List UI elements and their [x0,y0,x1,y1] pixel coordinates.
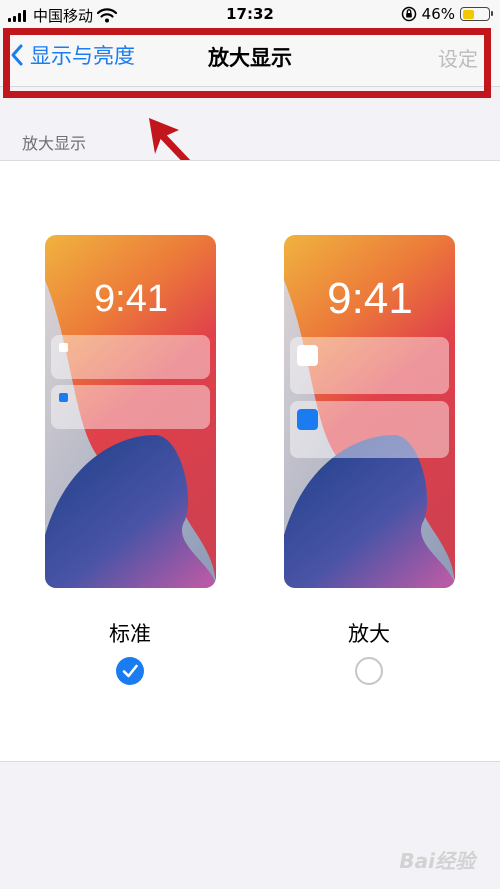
status-right: 46% [401,5,493,23]
zoomed-preview-image[interactable]: 9:41 [284,235,455,588]
page-title: 放大显示 [208,46,292,70]
zoomed-preview-time: 9:41 [327,274,413,323]
zoomed-radio-button[interactable] [355,657,383,685]
battery-icon [460,7,493,21]
battery-percent: 46% [421,5,455,23]
option-standard-label: 标准 [109,622,151,646]
baidu-watermark: Bai经验 [399,849,475,873]
section-header: 放大显示 [22,134,87,153]
standard-radio-button[interactable] [116,657,144,685]
navigation-bar: 显示与亮度 放大显示 设定 [0,30,500,87]
standard-preview-image[interactable]: 9:41 [45,235,216,588]
standard-preview-time: 9:41 [94,278,168,320]
status-bar: 中国移动 17:32 46% [0,0,500,30]
option-zoomed-label: 放大 [348,622,390,646]
checkmark-icon [122,664,138,678]
orientation-lock-icon [401,6,416,22]
battery-fill [462,9,474,19]
set-button[interactable]: 设定 [438,43,478,72]
